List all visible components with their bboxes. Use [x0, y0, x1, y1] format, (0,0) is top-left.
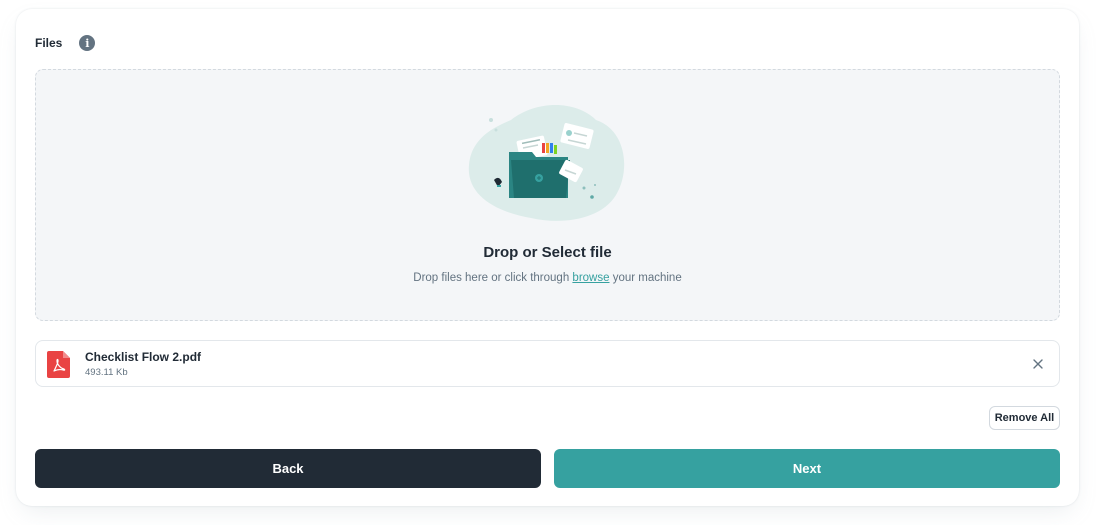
files-header: Files i	[35, 33, 96, 53]
close-icon[interactable]	[1030, 356, 1046, 372]
pdf-file-icon	[47, 351, 70, 378]
next-button[interactable]: Next	[554, 449, 1060, 488]
file-size: 493.11 Kb	[85, 367, 128, 378]
folder-upload-illustration	[468, 105, 625, 221]
remove-all-button[interactable]: Remove All	[989, 406, 1060, 430]
dropzone-subtitle: Drop files here or click through browse …	[36, 272, 1059, 284]
file-dropzone[interactable]: Drop or Select file Drop files here or c…	[35, 69, 1060, 321]
dropzone-subtitle-after: your machine	[609, 272, 682, 284]
info-icon[interactable]: i	[79, 35, 96, 51]
dropzone-subtitle-before: Drop files here or click through	[413, 272, 573, 284]
file-list-item: Checklist Flow 2.pdf 493.11 Kb	[35, 340, 1060, 387]
back-button[interactable]: Back	[35, 449, 541, 488]
browse-link[interactable]: browse	[572, 272, 609, 284]
files-label: Files	[35, 36, 63, 50]
file-name: Checklist Flow 2.pdf	[85, 350, 202, 364]
dropzone-title: Drop or Select file	[483, 244, 612, 261]
file-upload-card: Files i Drop or Select file Drop files h…	[16, 9, 1079, 506]
